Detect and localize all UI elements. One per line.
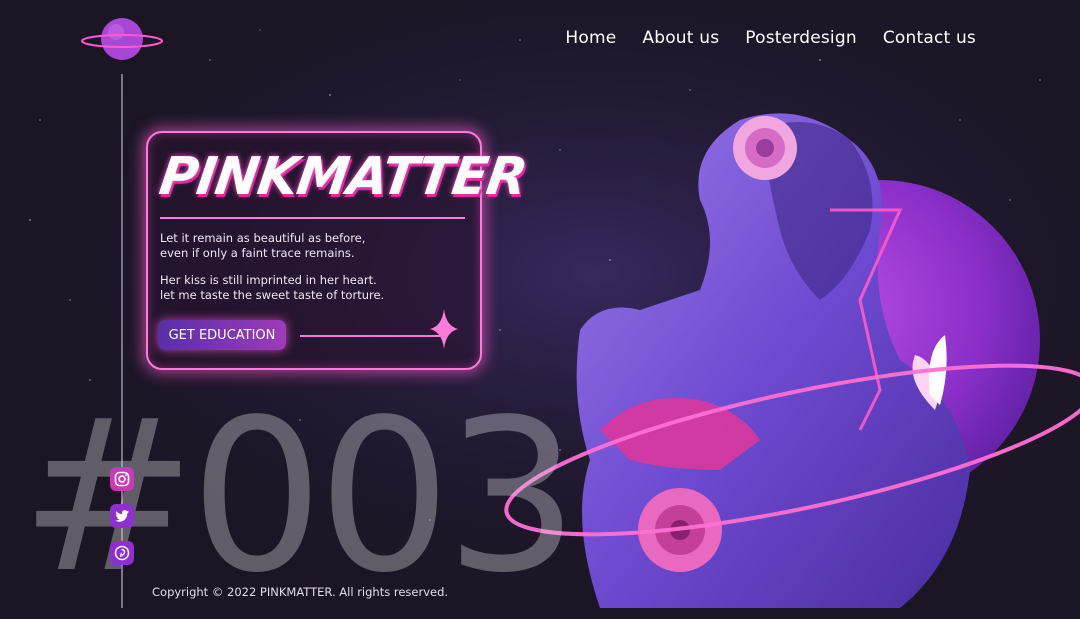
pinterest-button[interactable]	[110, 541, 134, 565]
peony-flower	[733, 116, 797, 180]
twitter-icon	[115, 510, 129, 522]
card-paragraph-2-line-1: Her kiss is still imprinted in her heart…	[160, 273, 377, 287]
instagram-button[interactable]	[110, 467, 134, 491]
card-paragraph-1: Let it remain as beautiful as before, ev…	[160, 231, 365, 261]
get-education-button[interactable]: GET EDUCATION	[158, 320, 286, 350]
pinterest-icon	[114, 545, 130, 561]
card-paragraph-2-line-2: let me taste the sweet taste of torture.	[160, 288, 385, 302]
issue-number: #003	[20, 374, 579, 619]
twitter-button[interactable]	[110, 504, 134, 528]
hero-card: PINKMATTER Let it remain as beautiful as…	[146, 131, 530, 370]
sparkle-icon	[430, 309, 458, 349]
card-title: PINKMATTER	[155, 147, 531, 207]
copyright-text: Copyright © 2022 PINKMATTER. All rights …	[152, 585, 449, 599]
nav-about-link[interactable]: About us	[642, 28, 719, 48]
card-paragraph-1-line-2: even if only a faint trace remains.	[160, 246, 355, 260]
planet-logo-icon[interactable]	[80, 14, 164, 64]
instagram-icon	[114, 471, 130, 487]
card-paragraph-2: Her kiss is still imprinted in her heart…	[160, 273, 384, 303]
card-paragraph-1-line-1: Let it remain as beautiful as before,	[160, 231, 366, 245]
card-divider	[160, 217, 465, 219]
nav-contact-link[interactable]: Contact us	[883, 28, 976, 48]
main-navigation: Home About us Posterdesign Contact us	[565, 28, 976, 48]
nav-posterdesign-link[interactable]: Posterdesign	[745, 28, 857, 48]
nav-home-link[interactable]: Home	[565, 28, 616, 48]
decorative-line	[300, 335, 440, 337]
